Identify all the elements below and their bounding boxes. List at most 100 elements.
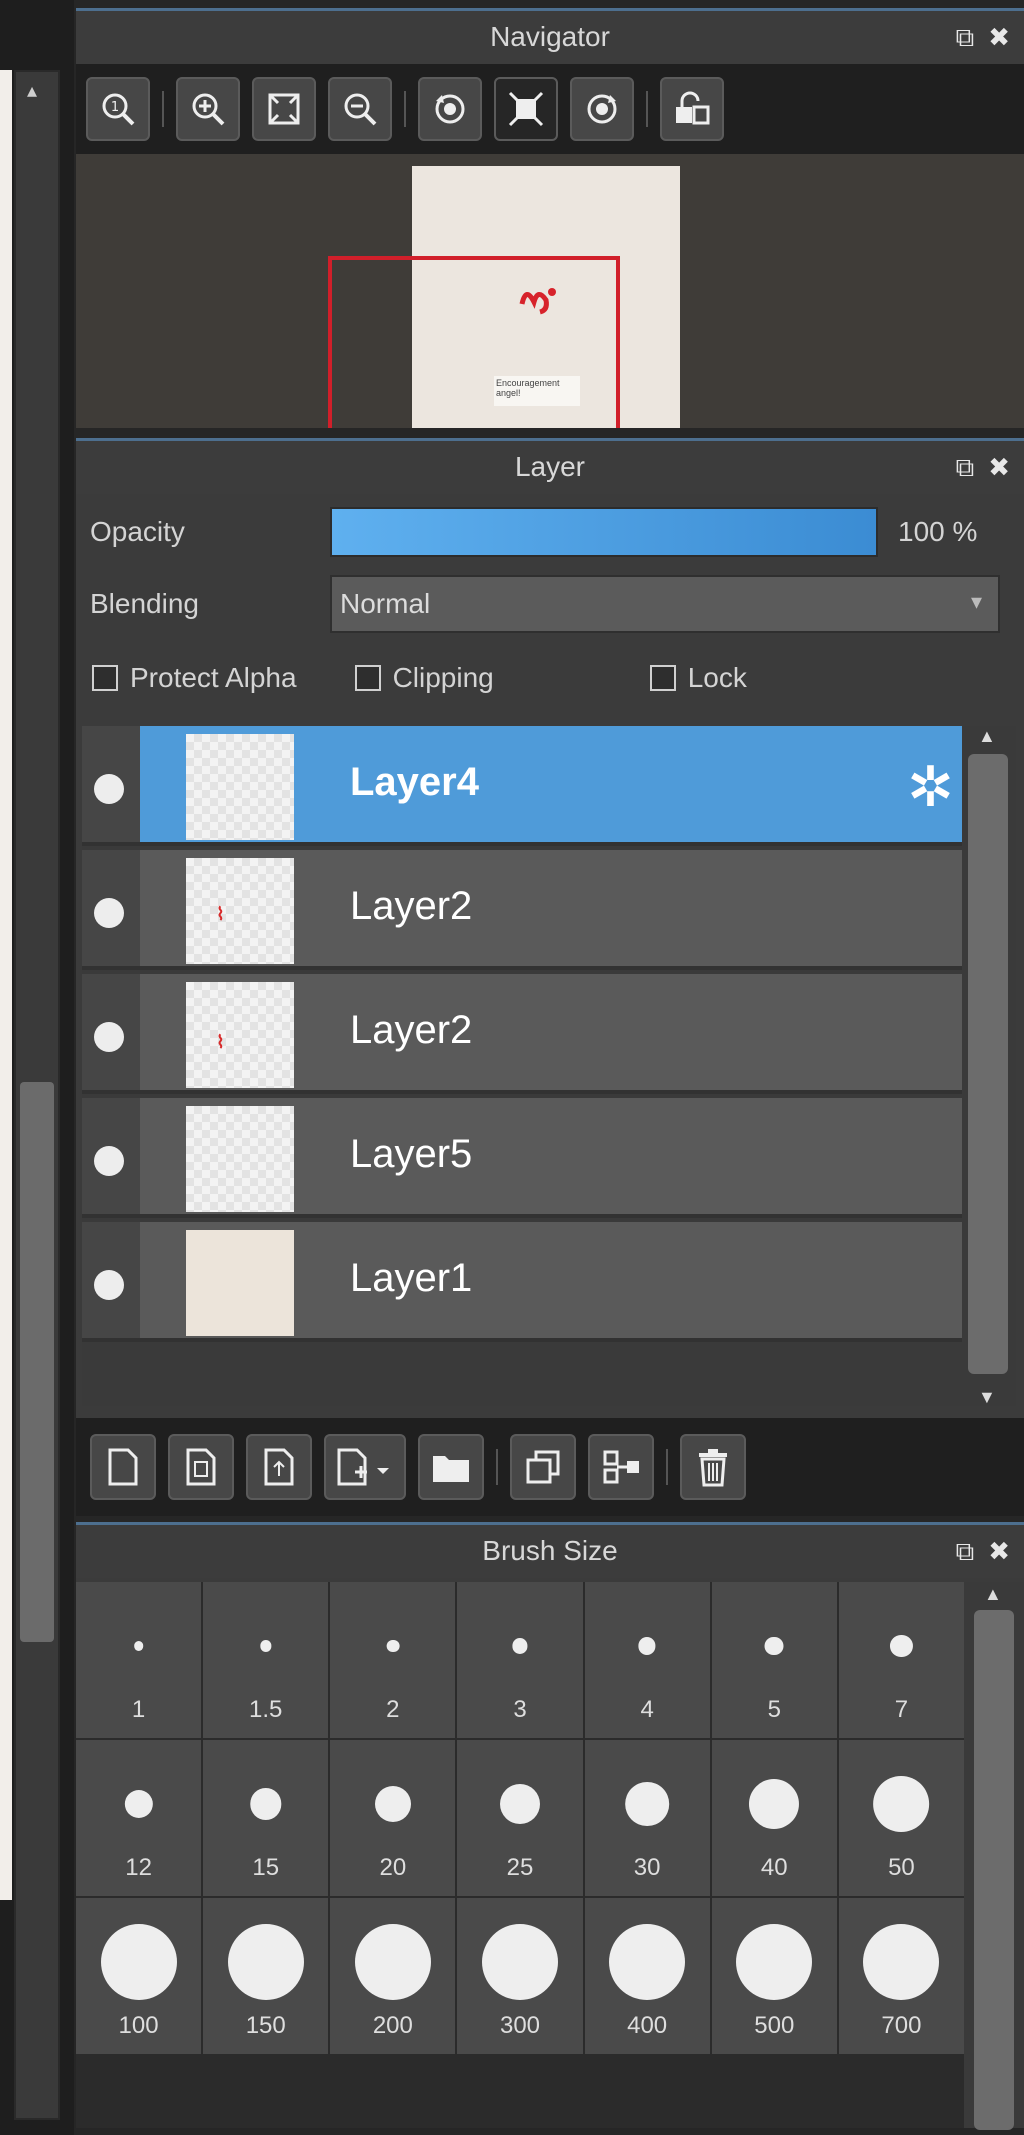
lock-checkbox[interactable]: Lock	[649, 662, 747, 694]
brush-size-cell[interactable]: 700	[838, 1898, 964, 2054]
zoom-out-icon[interactable]	[328, 77, 392, 141]
brush-preview-dot	[512, 1638, 528, 1654]
layer-row[interactable]: Layer5	[82, 1098, 962, 1218]
brush-preview-dot	[609, 1924, 686, 2000]
rotate-right-icon[interactable]	[570, 77, 634, 141]
brush-size-cell[interactable]: 7	[838, 1582, 964, 1738]
brush-size-panel: Brush Size ⧉ ✖ 1 1.5 2 3 4 5 7 12 15 20 25 30 40 50 10…	[76, 1522, 1024, 2130]
brush-size-label: 2	[386, 1696, 400, 1723]
navigator-titlebar: Navigator ⧉ ✖	[76, 8, 1024, 64]
brush-size-cell[interactable]: 2	[330, 1582, 456, 1738]
brush-size-cell[interactable]: 30	[584, 1740, 710, 1896]
brush-preview-dot	[386, 1639, 400, 1653]
opacity-slider[interactable]	[330, 507, 878, 557]
blending-select[interactable]: Normal ▾	[330, 575, 1000, 633]
brush-preview-dot	[227, 1924, 304, 2000]
merge-icon[interactable]	[588, 1434, 654, 1500]
duplicate-icon[interactable]	[510, 1434, 576, 1500]
brush-size-cell[interactable]: 1	[76, 1582, 202, 1738]
new-layer-icon[interactable]	[90, 1434, 156, 1500]
undock-icon[interactable]: ⧉	[956, 11, 975, 63]
protect-alpha-checkbox[interactable]: Protect Alpha	[92, 662, 297, 694]
visibility-column	[82, 1222, 140, 1338]
brush-size-cell[interactable]: 20	[330, 1740, 456, 1896]
scrollbar-thumb[interactable]	[968, 754, 1008, 1374]
opacity-label: Opacity	[90, 516, 185, 547]
scrollbar-thumb[interactable]	[974, 1610, 1014, 2130]
brush-preview-dot	[481, 1924, 558, 2000]
brush-size-scrollbar[interactable]: ▲	[964, 1582, 1024, 2130]
layer-row[interactable]: ⌇ Layer2	[82, 850, 962, 970]
rotate-left-icon[interactable]	[418, 77, 482, 141]
brush-size-cell[interactable]: 300	[457, 1898, 583, 2054]
layer-row[interactable]: ⌇ Layer2	[82, 974, 962, 1094]
visibility-toggle-icon[interactable]	[94, 774, 124, 804]
scroll-up-icon[interactable]: ▲	[984, 1584, 1002, 1605]
brush-preview-dot	[260, 1640, 272, 1652]
add-layer-menu-icon[interactable]	[324, 1434, 406, 1500]
brush-size-cell[interactable]: 50	[838, 1740, 964, 1896]
brush-size-cell[interactable]: 100	[76, 1898, 202, 2054]
layer-list: Layer4 ✲ ⌇ Layer2 ⌇ Layer2 Layer5 Layer1	[82, 726, 962, 1406]
close-icon[interactable]: ✖	[988, 1525, 1010, 1577]
fit-window-icon[interactable]	[252, 77, 316, 141]
visibility-toggle-icon[interactable]	[94, 1270, 124, 1300]
layer-row[interactable]: Layer4 ✲	[82, 726, 962, 846]
clipping-checkbox[interactable]: Clipping	[354, 662, 494, 694]
brush-size-label: 40	[760, 1854, 788, 1881]
visibility-toggle-icon[interactable]	[94, 1022, 124, 1052]
visibility-toggle-icon[interactable]	[94, 898, 124, 928]
brush-size-cell[interactable]: 200	[330, 1898, 456, 2054]
checkbox-box[interactable]	[354, 665, 381, 691]
layer-panel: Layer ⧉ ✖ Opacity 100 % Blending Normal …	[76, 438, 1024, 1516]
blending-label: Blending	[90, 588, 199, 619]
undock-icon[interactable]: ⧉	[956, 1525, 975, 1577]
gear-icon[interactable]: ✲	[907, 754, 954, 820]
viewport-rectangle[interactable]	[328, 256, 620, 428]
brush-size-cell[interactable]: 12	[76, 1740, 202, 1896]
layer-list-scrollbar[interactable]: ▲ ▼	[962, 726, 1016, 1408]
brush-size-cell[interactable]: 40	[711, 1740, 837, 1896]
brush-size-cell[interactable]: 150	[203, 1898, 329, 2054]
visibility-column	[82, 1098, 140, 1214]
clipping-label: Clipping	[392, 662, 494, 693]
brush-size-cell[interactable]: 4	[584, 1582, 710, 1738]
brush-size-cell[interactable]: 15	[203, 1740, 329, 1896]
folder-icon[interactable]	[418, 1434, 484, 1500]
checkbox-box[interactable]	[649, 665, 676, 691]
visibility-toggle-icon[interactable]	[94, 1146, 124, 1176]
canvas-vertical-scrollbar[interactable]: ▴	[14, 70, 60, 2120]
brush-preview-dot	[749, 1778, 800, 1830]
brush-size-cell[interactable]: 3	[457, 1582, 583, 1738]
delete-icon[interactable]	[680, 1434, 746, 1500]
brush-size-cell[interactable]: 500	[711, 1898, 837, 2054]
undock-icon[interactable]: ⧉	[956, 441, 975, 493]
brush-size-cell[interactable]: 5	[711, 1582, 837, 1738]
copy-layer-icon[interactable]	[168, 1434, 234, 1500]
import-layer-icon[interactable]	[246, 1434, 312, 1500]
checkbox-box[interactable]	[92, 665, 118, 691]
layer-name: Layer1	[350, 1256, 473, 1300]
chevron-down-icon: ▾	[970, 589, 982, 614]
scroll-up-icon[interactable]: ▴	[27, 78, 37, 103]
zoom-in-icon[interactable]	[176, 77, 240, 141]
brush-size-label: 700	[881, 2012, 922, 2039]
brush-size-cell[interactable]: 1.5	[203, 1582, 329, 1738]
brush-size-cell[interactable]: 25	[457, 1740, 583, 1896]
layer-name: Layer5	[350, 1132, 473, 1176]
brush-size-titlebar: Brush Size ⧉ ✖	[76, 1522, 1024, 1578]
actual-size-icon[interactable]	[494, 77, 558, 141]
flip-lock-icon[interactable]	[660, 77, 724, 141]
brush-size-label: 3	[513, 1696, 527, 1723]
scroll-down-icon[interactable]: ▼	[978, 1387, 996, 1408]
brush-preview-dot	[249, 1788, 282, 1820]
scroll-up-icon[interactable]: ▲	[978, 726, 996, 747]
close-icon[interactable]: ✖	[988, 441, 1010, 493]
layer-toolbar	[76, 1418, 1024, 1516]
close-icon[interactable]: ✖	[988, 11, 1010, 63]
zoom-fit-icon[interactable]: 1	[86, 77, 150, 141]
layer-row[interactable]: Layer1	[82, 1222, 962, 1342]
brush-size-cell[interactable]: 400	[584, 1898, 710, 2054]
navigator-preview[interactable]: Encouragement angel!	[76, 154, 1024, 428]
scrollbar-thumb[interactable]	[20, 1082, 54, 1642]
